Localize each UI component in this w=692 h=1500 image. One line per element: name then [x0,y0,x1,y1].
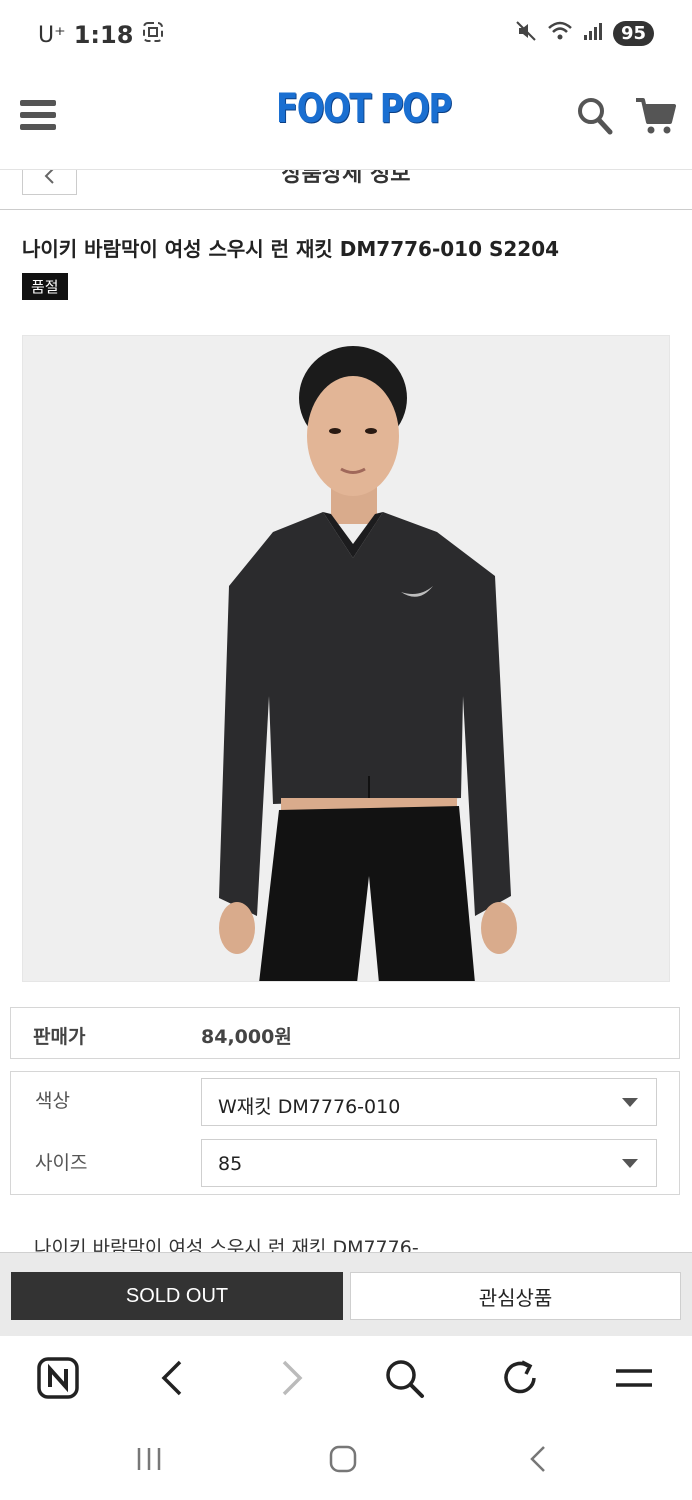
wishlist-button[interactable]: 관심상품 [350,1272,681,1320]
signal-icon [583,21,603,45]
search-icon[interactable] [382,1356,426,1400]
back-arrow-icon[interactable] [152,1356,196,1400]
home-icon[interactable] [328,1444,358,1478]
wifi-icon [547,20,573,46]
page-title: 상품상세 정보 [281,170,411,187]
browser-toolbar [0,1336,692,1422]
price-label: 판매가 [33,1026,86,1048]
chevron-down-icon [622,1159,638,1168]
color-label: 색상 [35,1090,70,1112]
cart-icon[interactable] [634,96,676,140]
battery-indicator: 95 [612,20,654,46]
size-select[interactable]: 85 [201,1139,657,1187]
status-right: 95 [515,20,654,46]
page-subheader: 상품상세 정보 [0,170,692,210]
mute-icon [515,20,537,46]
system-nav-bar [0,1422,692,1500]
naver-home-icon[interactable] [36,1356,80,1400]
app-header: FOOT POP [0,68,692,170]
refresh-icon[interactable] [498,1356,542,1400]
clock: 1:18 [73,21,134,49]
color-select-value: W재킷 DM7776-010 [218,1096,401,1118]
soldout-button[interactable]: SOLD OUT [11,1272,343,1320]
color-select[interactable]: W재킷 DM7776-010 [201,1078,657,1126]
screenshot-icon [141,20,165,50]
action-bar: SOLD OUT 관심상품 [0,1252,692,1336]
recent-apps-icon[interactable] [134,1444,164,1478]
product-image [22,335,670,982]
price-value: 84,000원 [201,1026,292,1048]
status-badge: 품절 [22,273,68,300]
product-title: 나이키 바람막이 여성 스우시 런 재킷 DM7776-010 S2204 [22,237,560,261]
back-icon[interactable] [524,1444,554,1478]
status-left: U⁺ 1:18 [38,20,165,50]
price-row: 판매가 84,000원 [10,1007,680,1059]
chevron-down-icon [622,1098,638,1107]
site-logo[interactable]: FOOT POP [276,86,452,132]
search-icon[interactable] [576,96,614,140]
status-bar: U⁺ 1:18 95 [0,0,692,68]
options-panel: 색상 W재킷 DM7776-010 사이즈 85 [10,1071,680,1195]
size-select-value: 85 [218,1153,243,1175]
carrier-label: U⁺ [38,22,66,48]
size-label: 사이즈 [35,1152,88,1174]
menu-icon[interactable] [612,1356,656,1400]
forward-arrow-icon[interactable] [268,1356,312,1400]
menu-icon[interactable] [20,100,56,132]
